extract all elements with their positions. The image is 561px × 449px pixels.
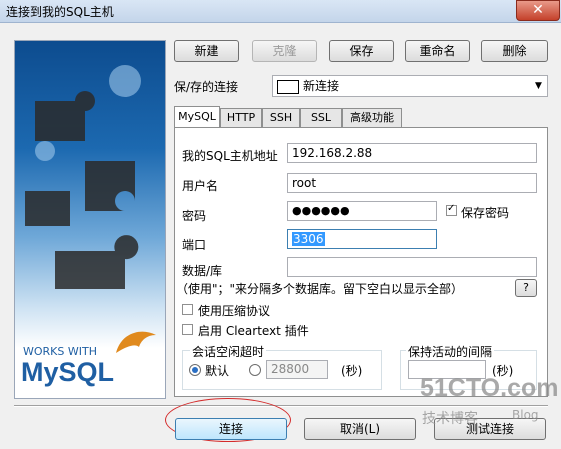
title-bar: 连接到我的SQL主机 ✕ xyxy=(0,0,561,23)
close-button[interactable]: ✕ xyxy=(516,0,560,21)
watermark-site: 51CTO.com xyxy=(420,374,559,402)
host-label: 我的SQL主机地址 xyxy=(182,149,278,163)
compress-label: 使用压缩协议 xyxy=(198,304,271,318)
connect-button[interactable]: 连接 xyxy=(175,418,287,440)
tab-mysql[interactable]: MySQL xyxy=(174,106,220,128)
divider xyxy=(14,405,548,407)
port-input[interactable]: 3306 xyxy=(287,229,437,249)
database-input[interactable] xyxy=(287,257,537,277)
close-icon: ✕ xyxy=(532,2,544,18)
rename-button[interactable]: 重命名 xyxy=(405,40,470,62)
watermark-blog: Blog xyxy=(512,408,539,422)
user-label: 用户名 xyxy=(182,179,219,193)
database-label: 数据/库 xyxy=(182,264,223,278)
new-button[interactable]: 新建 xyxy=(174,40,239,62)
dolphin-icon xyxy=(116,331,156,353)
keepalive-title: 保持活动的间隔 xyxy=(406,343,495,360)
mysql-logo-text: MySQL xyxy=(21,357,115,387)
tab-http[interactable]: HTTP xyxy=(220,108,262,128)
port-label: 端口 xyxy=(182,238,207,252)
side-image: WORKS WITH MySQL xyxy=(14,40,166,399)
host-input[interactable]: 192.168.2.88 xyxy=(287,143,537,163)
timeout-unit: (秒) xyxy=(341,364,363,378)
watermark-sub: 技术博客 xyxy=(422,411,478,427)
cleartext-checkbox[interactable] xyxy=(182,324,193,335)
default-label: 默认 xyxy=(205,364,230,378)
password-input[interactable]: ●●●●●● xyxy=(287,201,437,221)
saved-connection-label: 保/存的连接 xyxy=(174,80,239,94)
saved-connection-value: 新连接 xyxy=(303,79,340,93)
radio-dot-icon xyxy=(192,367,198,373)
help-button[interactable]: ? xyxy=(515,279,537,297)
tab-ssl[interactable]: SSL xyxy=(300,108,342,128)
save-password-label: 保存密码 xyxy=(461,206,510,220)
delete-button[interactable]: 删除 xyxy=(481,40,548,62)
database-hint: （使用"；"来分隔多个数据库。留下空白以显示全部） xyxy=(176,282,464,296)
password-label: 密码 xyxy=(182,209,207,223)
cleartext-label: 启用 Cleartext 插件 xyxy=(198,324,309,338)
cancel-button[interactable]: 取消(L) xyxy=(304,418,416,440)
window-title: 连接到我的SQL主机 xyxy=(6,5,114,19)
clone-button[interactable]: 克隆 xyxy=(252,40,317,62)
session-timeout-title: 会话空闲超时 xyxy=(190,343,267,360)
connection-swatch xyxy=(277,80,299,94)
save-button[interactable]: 保存 xyxy=(329,40,394,62)
timeout-input[interactable]: 28800 xyxy=(266,360,328,379)
tab-advanced[interactable]: 高级功能 xyxy=(342,108,402,128)
save-password-checkbox[interactable]: ✓ xyxy=(446,203,457,216)
compress-checkbox[interactable] xyxy=(182,304,193,315)
check-icon: ✓ xyxy=(447,203,456,214)
custom-timeout-radio[interactable] xyxy=(249,364,261,376)
saved-connection-select[interactable]: 新连接 ▼ xyxy=(272,75,548,97)
port-value: 3306 xyxy=(292,232,325,246)
user-input[interactable]: root xyxy=(287,173,537,193)
mysql-logo: MySQL xyxy=(21,357,114,388)
tab-ssh[interactable]: SSH xyxy=(262,108,300,128)
default-radio[interactable] xyxy=(189,364,201,376)
chevron-down-icon: ▼ xyxy=(535,81,542,91)
